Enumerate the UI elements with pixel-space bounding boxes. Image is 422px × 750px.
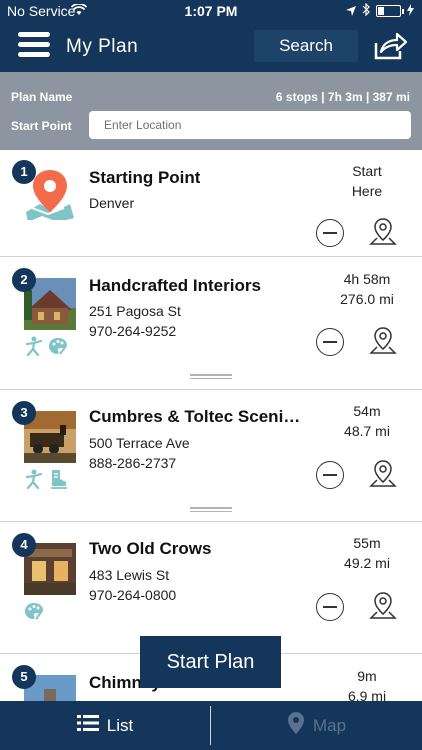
stop-address: 500 Terrace Ave (89, 435, 190, 451)
stop-title: Handcrafted Interiors (89, 276, 261, 295)
stop-meta: Start Here (327, 161, 407, 201)
stop-meta: 54m 48.7 mi (327, 401, 407, 441)
plan-name-label: Plan Name (11, 90, 73, 104)
charging-icon (407, 3, 414, 19)
stop-number-badge: 4 (12, 533, 36, 557)
stop-meta-bottom: Here (351, 183, 383, 199)
start-point-label: Start Point (11, 119, 72, 133)
stop-meta: 9m 6.9 mi (327, 666, 407, 701)
tab-list-label: List (106, 715, 134, 735)
share-icon[interactable] (372, 31, 408, 61)
stop-title: Cumbres & Toltec Scenic... (89, 407, 305, 426)
start-location-input[interactable] (89, 111, 411, 139)
stop-distance: 6.9 mi (347, 688, 387, 701)
list-icon (76, 715, 99, 736)
stop-phone[interactable]: 888-286-2737 (89, 455, 176, 471)
search-button[interactable]: Search (254, 30, 358, 62)
stop-duration: 9m (357, 668, 377, 684)
stop-address: 483 Lewis St (89, 567, 170, 583)
stop-meta: 4h 58m 276.0 mi (327, 269, 407, 309)
tab-map-label: Map (312, 715, 347, 735)
remove-stop-button[interactable] (316, 461, 344, 489)
stop-title: Two Old Crows (89, 539, 212, 558)
map-pin-icon[interactable] (369, 326, 397, 356)
stop-distance: 49.2 mi (344, 555, 390, 571)
remove-stop-button[interactable] (316, 593, 344, 621)
list-item[interactable]: 1 Starting Point Denver Start Here (0, 150, 422, 257)
bluetooth-icon (362, 2, 370, 19)
map-pin-icon[interactable] (369, 591, 397, 621)
stop-phone[interactable]: 970-264-9252 (89, 323, 176, 339)
page-title: My Plan (66, 36, 139, 57)
stop-meta: 55m 49.2 mi (327, 533, 407, 573)
remove-stop-button[interactable] (316, 328, 344, 356)
battery-icon (376, 5, 404, 17)
palette-icon (48, 336, 68, 356)
tab-bar: List Map (0, 701, 422, 750)
stop-number-badge: 3 (12, 401, 36, 425)
stop-distance: 48.7 mi (344, 423, 390, 439)
activity-icons (24, 336, 68, 357)
stop-meta-top: Start (352, 163, 382, 179)
nav-bar: My Plan Search (0, 22, 422, 72)
stops-list[interactable]: 1 Starting Point Denver Start Here 2 Han… (0, 150, 422, 701)
remove-stop-button[interactable] (316, 219, 344, 247)
boot-icon (48, 469, 68, 489)
map-pin-icon[interactable] (369, 459, 397, 489)
tab-list[interactable]: List (0, 701, 210, 750)
map-marker-icon (287, 711, 305, 740)
figure-icon (24, 336, 44, 357)
list-item[interactable]: 4 Two Old Crows 483 Lewis St 970-264-080… (0, 522, 422, 654)
stop-number-badge: 2 (12, 268, 36, 292)
location-arrow-icon (346, 3, 356, 19)
drag-handle[interactable] (190, 507, 232, 513)
stop-address: 251 Pagosa St (89, 303, 181, 319)
start-plan-button[interactable]: Start Plan (140, 636, 281, 688)
map-pin-icon[interactable] (369, 217, 397, 247)
plan-panel: Plan Name 6 stops | 7h 3m | 387 mi Start… (0, 72, 422, 150)
stop-title: Starting Point (89, 168, 201, 187)
tab-map[interactable]: Map (211, 701, 422, 750)
stop-duration: 55m (353, 535, 381, 551)
stop-duration: 4h 58m (343, 271, 391, 287)
stop-duration: 54m (353, 403, 381, 419)
list-item[interactable]: 2 Handcrafted Interiors 251 Pagosa St 97… (0, 257, 422, 390)
stop-distance: 276.0 mi (340, 291, 394, 307)
activity-icons (24, 469, 68, 490)
stop-phone[interactable]: 970-264-0800 (89, 587, 176, 603)
stop-number-badge: 5 (12, 665, 36, 689)
list-item[interactable]: 3 Cumbres & Toltec Scenic... 500 Terrace… (0, 390, 422, 522)
status-bar: No Service 1:07 PM (0, 0, 422, 22)
stop-number-badge: 1 (12, 160, 36, 184)
drag-handle[interactable] (190, 374, 232, 380)
activity-icons (24, 601, 44, 621)
figure-icon (24, 469, 44, 490)
palette-icon (24, 601, 44, 621)
top-bar: No Service 1:07 PM My Plan Search (0, 0, 422, 72)
menu-icon[interactable] (18, 32, 50, 58)
stop-location: Denver (89, 195, 135, 211)
plan-summary: 6 stops | 7h 3m | 387 mi (275, 90, 410, 104)
